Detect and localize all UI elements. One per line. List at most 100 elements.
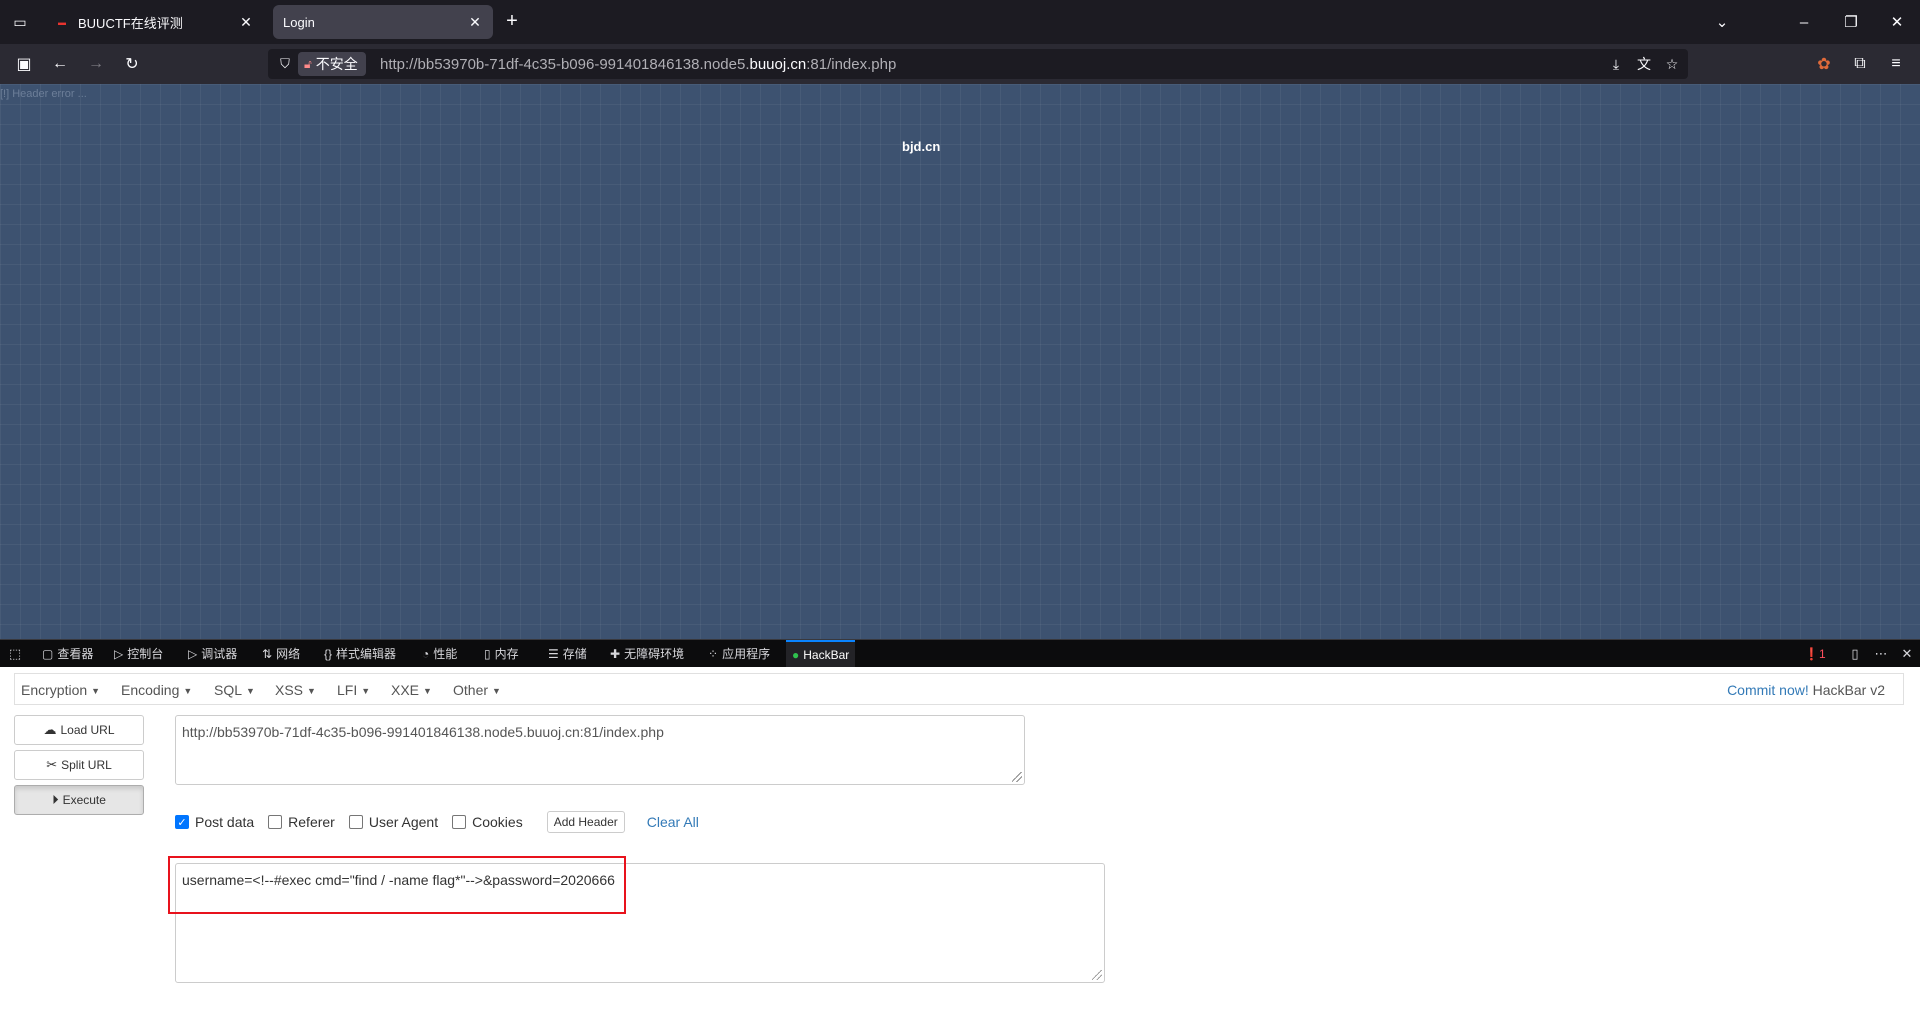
caret-down-icon: ▼ [91,686,101,697]
tab-buuctf[interactable]: ▬ BUUCTF在线评测 ✕ [44,5,264,39]
header-error-text: [!] Header error ... [0,88,87,100]
devtools-tab-label: 无障碍环境 [624,647,685,661]
sidebar-icon[interactable]: ▣ [12,52,36,76]
menu-label: Encoding [121,682,180,698]
execute-button[interactable]: ⏵ Execute [14,785,144,815]
devtools-tab-accessibility[interactable]: ✚ 无障碍环境 [610,640,684,667]
menu-encryption[interactable]: Encryption ▼ [21,682,100,698]
devtools-tab-storage[interactable]: ☰ 存储 [548,640,587,667]
save-page-icon[interactable]: ⤓ [1606,54,1626,74]
devtools-tab-label: HackBar [803,647,850,662]
devtools-tab-console[interactable]: ▷ 控制台 [114,640,163,667]
button-label: Split URL [61,758,112,772]
devtools-tab-hackbar[interactable]: ● HackBar [786,640,856,667]
referer-checkbox[interactable]: Referer [268,814,335,830]
more-options-icon[interactable]: ⋯ [1872,645,1890,663]
menu-icon[interactable]: ≡ [1884,52,1908,76]
url-host: buuoj.cn [749,56,807,73]
checkbox-label: User Agent [368,814,439,830]
menu-label: XSS [275,682,304,698]
hackbar-commit: Commit now! HackBar v2 [1727,682,1885,698]
hackbar-options: ✓ Post data Referer User Agent Cookies Ad… [175,810,699,834]
menu-other[interactable]: Other ▼ [453,682,501,698]
bookmark-star-icon[interactable]: ☆ [1662,54,1682,74]
tab-strip: ▭ ▬ BUUCTF在线评测 ✕ Login ✕ + ⌄ – ❐ ✕ [0,0,1920,44]
reload-icon[interactable]: ↻ [120,52,144,76]
devtools-close-icon[interactable]: ✕ [1898,645,1916,663]
post-data-checkbox[interactable]: ✓ Post data [175,814,254,830]
devtools-tab-network[interactable]: ⇅ 网络 [262,640,300,667]
window-close-icon[interactable]: ✕ [1885,10,1909,34]
menu-label: Other [453,682,489,698]
devtools-tab-style-editor[interactable]: {} 样式编辑器 [324,640,396,667]
devtools-tab-application[interactable]: ⁘ 应用程序 [708,640,770,667]
caret-down-icon: ▼ [307,686,316,697]
menu-xxe[interactable]: XXE ▼ [391,682,432,698]
dock-side-icon[interactable]: ▯ [1846,645,1864,663]
devtools-tab-label: 内存 [494,647,519,661]
extensions-puzzle-icon[interactable]: ⧉ [1848,52,1872,76]
devtools-tab-debugger[interactable]: ▷ 调试器 [188,640,237,667]
devtools-tab-label: 调试器 [201,647,238,661]
devtools-tab-label: 性能 [433,647,458,661]
security-indicator[interactable]: 🔓︎ 不安全 [298,52,366,76]
menu-lfi[interactable]: LFI ▼ [337,682,370,698]
devtools-tab-performance[interactable]: ◔ 性能 [422,640,457,667]
resize-grip-icon[interactable] [1092,970,1102,980]
menu-encoding[interactable]: Encoding ▼ [121,682,192,698]
caret-down-icon: ▼ [183,686,193,697]
element-picker-icon[interactable]: ⬚ [6,645,24,663]
error-count: 1 [1818,647,1826,661]
translate-icon[interactable]: 文 [1634,54,1654,74]
forward-icon[interactable]: → [84,52,108,76]
new-tab-button[interactable]: + [502,11,522,32]
error-count-badge[interactable]: ❗ 1 [1804,645,1826,663]
caret-down-icon: ▼ [246,686,255,697]
close-icon[interactable]: ✕ [467,14,483,30]
url-bar[interactable]: ⛉ 🔓︎ 不安全 http://bb53970b-71df-4c35-b096-… [268,49,1688,79]
tab-login[interactable]: Login ✕ [273,5,493,39]
buuctf-favicon-icon: ▬ [58,17,66,27]
style-editor-icon: {} [324,646,333,661]
extension-icon[interactable]: ✿ [1812,52,1836,76]
security-label: 不安全 [315,56,358,72]
devtools-tab-label: 存储 [562,647,587,661]
back-icon[interactable]: ← [48,52,72,76]
caret-down-icon: ▼ [423,686,432,697]
restore-icon[interactable]: ❐ [1839,10,1863,34]
devtools-tab-label: 应用程序 [722,647,771,661]
minimize-icon[interactable]: – [1792,10,1816,34]
chevron-down-icon[interactable]: ⌄ [1710,10,1734,34]
inspector-icon: ▢ [42,646,54,661]
nav-bar: ▣ ← → ↻ ⛉ 🔓︎ 不安全 http://bb53970b-71df-4c… [0,44,1920,84]
button-label: Load URL [60,723,115,737]
devtools-tab-inspector[interactable]: ▢ 查看器 [42,640,93,667]
resize-grip-icon[interactable] [1012,772,1022,782]
commit-now-link[interactable]: Commit now! [1727,682,1809,698]
debugger-icon: ▷ [188,646,198,661]
split-url-button[interactable]: ✂ Split URL [14,750,144,780]
checkbox-label: Cookies [472,814,523,830]
devtools-tab-memory[interactable]: ▯ 内存 [484,640,519,667]
insecure-lock-icon: 🔓︎ [304,56,312,71]
load-url-button[interactable]: ☁ Load URL [14,715,144,745]
clear-all-link[interactable]: Clear All [647,814,699,830]
post-data-textarea[interactable]: username=<!--#exec cmd="find / -name fla… [175,863,1105,983]
menu-sql[interactable]: SQL ▼ [214,682,255,698]
console-icon: ▷ [114,646,124,661]
shield-icon[interactable]: ⛉ [276,55,294,73]
add-header-button[interactable]: Add Header [546,811,625,833]
tab-list-icon[interactable]: ▭ [8,10,32,34]
menu-xss[interactable]: XSS ▼ [275,682,316,698]
close-icon[interactable]: ✕ [238,14,254,30]
url-value: http://bb53970b-71df-4c35-b096-991401846… [182,724,664,740]
user-agent-checkbox[interactable]: User Agent [348,814,439,830]
page-content: [!] Header error ... bjd.cn [0,84,1920,639]
url-textarea[interactable]: http://bb53970b-71df-4c35-b096-991401846… [175,715,1025,785]
play-circle-icon: ⏵ [52,792,59,807]
cookies-checkbox[interactable]: Cookies [452,814,523,830]
devtools-tab-label: 查看器 [57,647,94,661]
devtools-tab-label: 网络 [276,647,301,661]
caret-down-icon: ▼ [361,686,371,697]
url-text[interactable]: http://bb53970b-71df-4c35-b096-991401846… [380,56,896,73]
